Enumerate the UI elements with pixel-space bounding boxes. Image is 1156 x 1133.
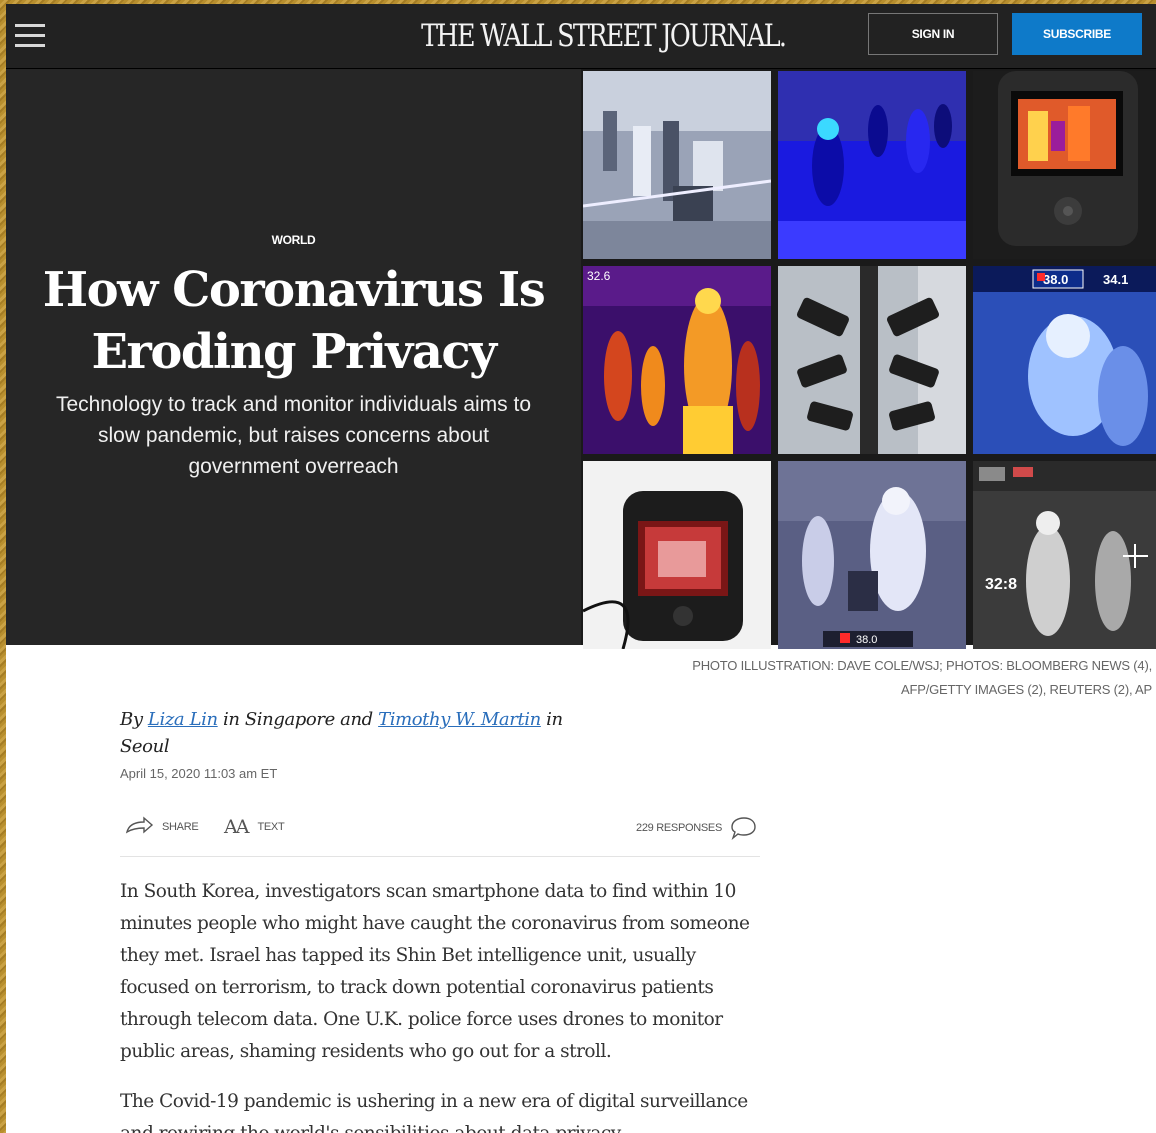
hero-panel: WORLD How Coronavirus Is Eroding Privacy… — [6, 69, 581, 645]
responses-count: 229 RESPONSES — [636, 822, 722, 834]
section-label[interactable]: WORLD — [6, 233, 581, 247]
thermal-reading-label: 32.6 — [587, 269, 611, 283]
publish-date: April 15, 2020 11:03 am ET — [120, 766, 278, 781]
thermal-screening-blue-photo: 38.0 34.1 — [973, 266, 1156, 454]
author-link-timothy-martin[interactable]: Timothy W. Martin — [378, 709, 541, 730]
responses-button[interactable]: 229 RESPONSES — [636, 816, 758, 840]
headline-line-1: How Coronavirus Is — [42, 262, 546, 318]
infrared-figures-photo: 38.0 — [778, 461, 966, 649]
top-navigation-bar: THE WALL STREET JOURNAL. SIGN IN SUBSCRI… — [6, 4, 1156, 69]
article-page: THE WALL STREET JOURNAL. SIGN IN SUBSCRI… — [6, 4, 1156, 1133]
thermal-camera-photo — [973, 71, 1156, 259]
infrared-readout-a: 32:8 — [985, 576, 1017, 593]
photo-illustration-grid: 32.6 38.0 34.1 38.0 32:8 — [581, 69, 1156, 649]
infrared-street-photo: 32:8 — [973, 461, 1156, 649]
subscribe-button[interactable]: SUBSCRIBE — [1012, 13, 1142, 55]
handheld-thermal-camera-photo — [583, 461, 771, 649]
photo-credit-line-2: AFP/GETTY IMAGES (2), REUTERS (2), AP — [901, 682, 1152, 697]
text-size-button[interactable]: AA TEXT — [224, 816, 285, 838]
thermal-photo-colored-crowd: 32.6 — [583, 266, 771, 454]
headline-line-2: Eroding Privacy — [91, 324, 497, 380]
article-body: In South Korea, investigators scan smart… — [120, 876, 770, 1133]
article-paragraph-2: The Covid-19 pandemic is ushering in a n… — [120, 1091, 748, 1133]
text-size-icon: AA — [224, 816, 249, 838]
temperature-reading-a: 38.0 — [1043, 272, 1068, 287]
comment-bubble-icon — [731, 817, 756, 840]
article-paragraph-1: In South Korea, investigators scan smart… — [120, 881, 750, 1062]
masthead-logo[interactable]: THE WALL STREET JOURNAL. — [421, 18, 787, 54]
share-label: SHARE — [162, 821, 199, 833]
sign-in-button[interactable]: SIGN IN — [868, 13, 998, 55]
article-headline: How Coronavirus Is Eroding Privacy — [26, 259, 561, 383]
thermal-photo-airport — [583, 71, 771, 259]
article-tools-bar: SHARE AA TEXT 229 RESPONSES — [120, 812, 760, 857]
byline-prefix: By — [120, 709, 148, 730]
author-link-liza-lin[interactable]: Liza Lin — [148, 709, 218, 730]
article-dek: Technology to track and monitor individu… — [55, 393, 532, 478]
share-button[interactable]: SHARE — [124, 816, 199, 838]
byline-location-1: in Singapore and — [217, 709, 379, 730]
temperature-reading-b: 34.1 — [1103, 272, 1128, 287]
surveillance-cameras-photo — [778, 266, 966, 454]
byline: By Liza Lin in Singapore and Timothy W. … — [120, 706, 590, 760]
share-arrow-icon — [125, 816, 154, 834]
photo-credit-line-1: PHOTO ILLUSTRATION: DAVE COLE/WSJ; PHOTO… — [692, 658, 1152, 673]
hamburger-menu-icon[interactable] — [15, 24, 45, 48]
text-size-label: TEXT — [257, 821, 285, 833]
photo-credit: PHOTO ILLUSTRATION: DAVE COLE/WSJ; PHOTO… — [532, 654, 1152, 702]
infrared-readout-b: 38.0 — [856, 634, 877, 646]
thermal-photo-blue-crowd — [778, 71, 966, 259]
